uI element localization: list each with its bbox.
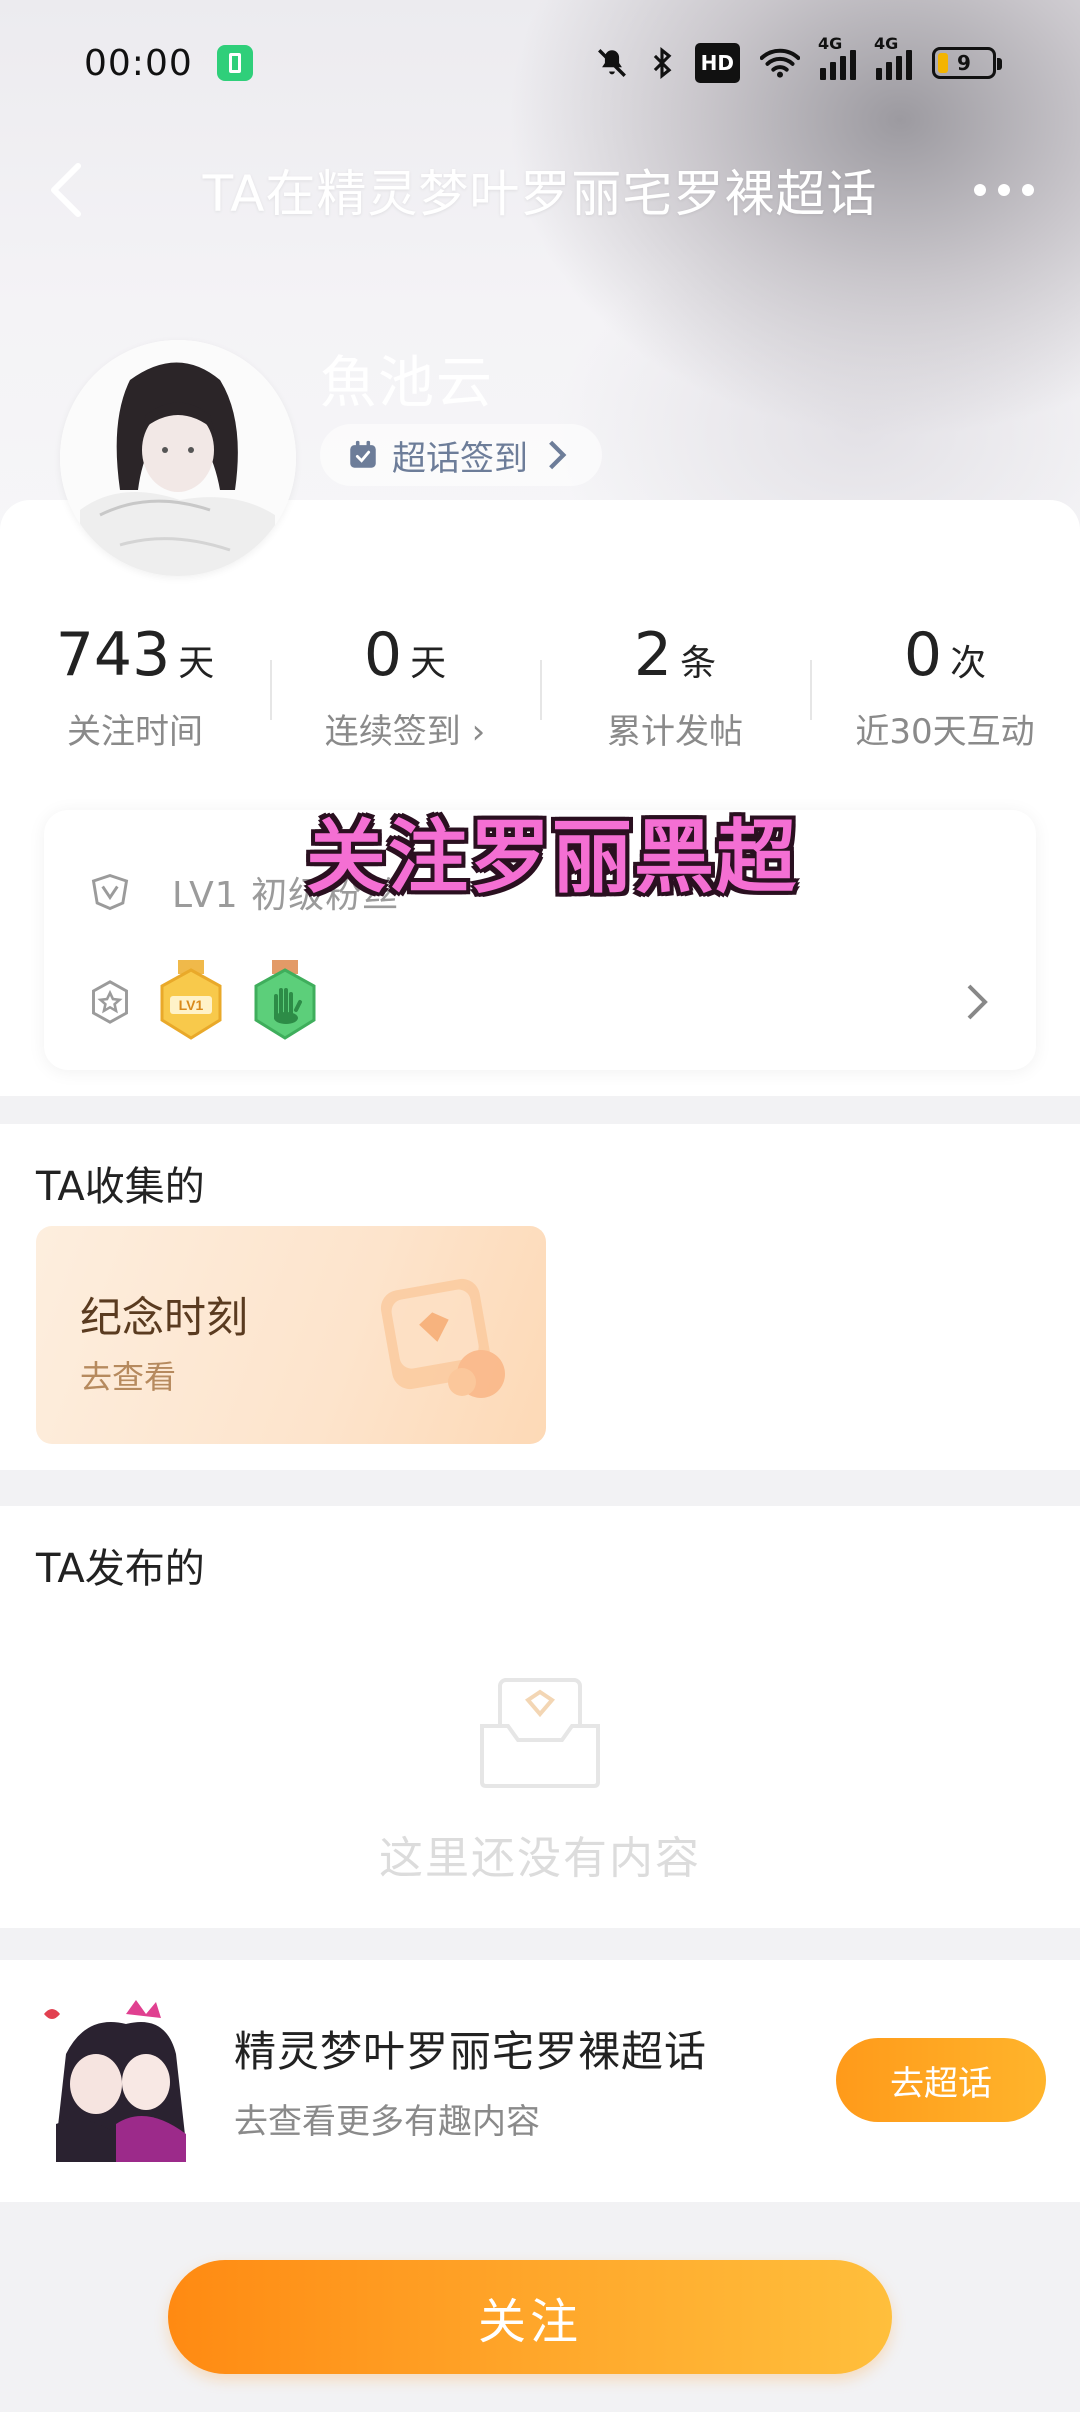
collected-section: TA收集的 纪念时刻 去查看 xyxy=(0,1124,1080,1470)
calendar-diamond-icon xyxy=(380,1278,505,1398)
svg-text:LV1: LV1 xyxy=(179,997,204,1013)
back-button[interactable] xyxy=(36,160,96,220)
more-dot-icon xyxy=(974,184,986,196)
nav-bar: TA在精灵梦叶罗丽宅罗裸超话 xyxy=(0,140,1080,240)
topic-cover-image xyxy=(36,1994,204,2162)
chevron-left-icon xyxy=(51,163,81,217)
collected-title: TA收集的 xyxy=(36,1164,205,1210)
memory-card-title: 纪念时刻 xyxy=(80,1293,249,1342)
memory-card-link: 去查看 xyxy=(80,1358,177,1396)
signal-icon-1: 4G xyxy=(818,34,856,80)
calendar-check-icon xyxy=(350,440,376,468)
stat-interactions: 0次 近30天互动 xyxy=(810,620,1080,753)
stats-row: 743 天 关注时间 0天 连续签到 › 2条 累计发帖 0次 近30天互动 xyxy=(0,620,1080,753)
profile-card: 743 天 关注时间 0天 连续签到 › 2条 累计发帖 0次 近30天互动 LV… xyxy=(0,500,1080,1096)
posted-title: TA发布的 xyxy=(36,1546,205,1592)
level-badge-icon: LV1 xyxy=(160,960,222,1040)
follow-button[interactable]: 关注 xyxy=(168,2260,892,2374)
hd-icon: HD xyxy=(694,43,740,83)
mute-icon xyxy=(595,43,629,83)
chevron-right-icon xyxy=(967,984,988,1020)
go-topic-button[interactable]: 去超话 xyxy=(836,2038,1046,2122)
topic-name: 精灵梦叶罗丽宅罗裸超话 xyxy=(234,2027,708,2076)
chevron-right-icon xyxy=(549,440,567,470)
badges-row: LV1 xyxy=(88,960,992,1044)
level-shield-icon xyxy=(91,873,129,911)
status-bar: 00:00 HD 4G 4G 9 xyxy=(0,0,1080,126)
checkin-button[interactable]: 超话签到 xyxy=(320,424,602,486)
bluetooth-icon xyxy=(649,43,675,83)
status-time: 00:00 xyxy=(84,42,193,84)
page-title: TA在精灵梦叶罗丽宅罗裸超话 xyxy=(202,165,878,223)
topic-thumbnail xyxy=(36,1994,204,2162)
posted-section: TA发布的 这里还没有内容 xyxy=(0,1506,1080,1928)
stat-posts: 2条 累计发帖 xyxy=(540,620,810,753)
empty-box-icon xyxy=(480,1678,600,1788)
bottom-bar: 关注 xyxy=(0,2218,1080,2412)
checkin-label: 超话签到 xyxy=(392,438,528,479)
wifi-icon xyxy=(760,43,800,83)
stat-follow-time: 743 天 关注时间 xyxy=(55,620,215,752)
hand-badge-icon xyxy=(254,960,316,1040)
avatar-image xyxy=(60,340,296,576)
signal-icon-2: 4G xyxy=(874,34,912,80)
topic-subtitle: 去查看更多有趣内容 xyxy=(234,2102,540,2142)
badge-hexagon-icon xyxy=(92,980,128,1024)
charging-icon xyxy=(216,45,253,81)
memory-moment-card[interactable]: 纪念时刻 去查看 xyxy=(36,1226,546,1444)
avatar[interactable] xyxy=(60,340,296,576)
more-button[interactable] xyxy=(964,170,1044,210)
status-icons: HD 4G 4G 9 xyxy=(595,34,1002,83)
empty-state-text: 这里还没有内容 xyxy=(379,1833,701,1884)
battery-icon: 9 xyxy=(932,47,1002,79)
overlay-caption: 关注罗丽黑超 xyxy=(300,812,804,904)
topic-section[interactable]: 精灵梦叶罗丽宅罗裸超话 去查看更多有趣内容 去超话 xyxy=(0,1960,1080,2202)
stat-checkin-streak[interactable]: 0天 连续签到 › xyxy=(270,620,540,753)
username: 魚池云 xyxy=(320,351,494,416)
